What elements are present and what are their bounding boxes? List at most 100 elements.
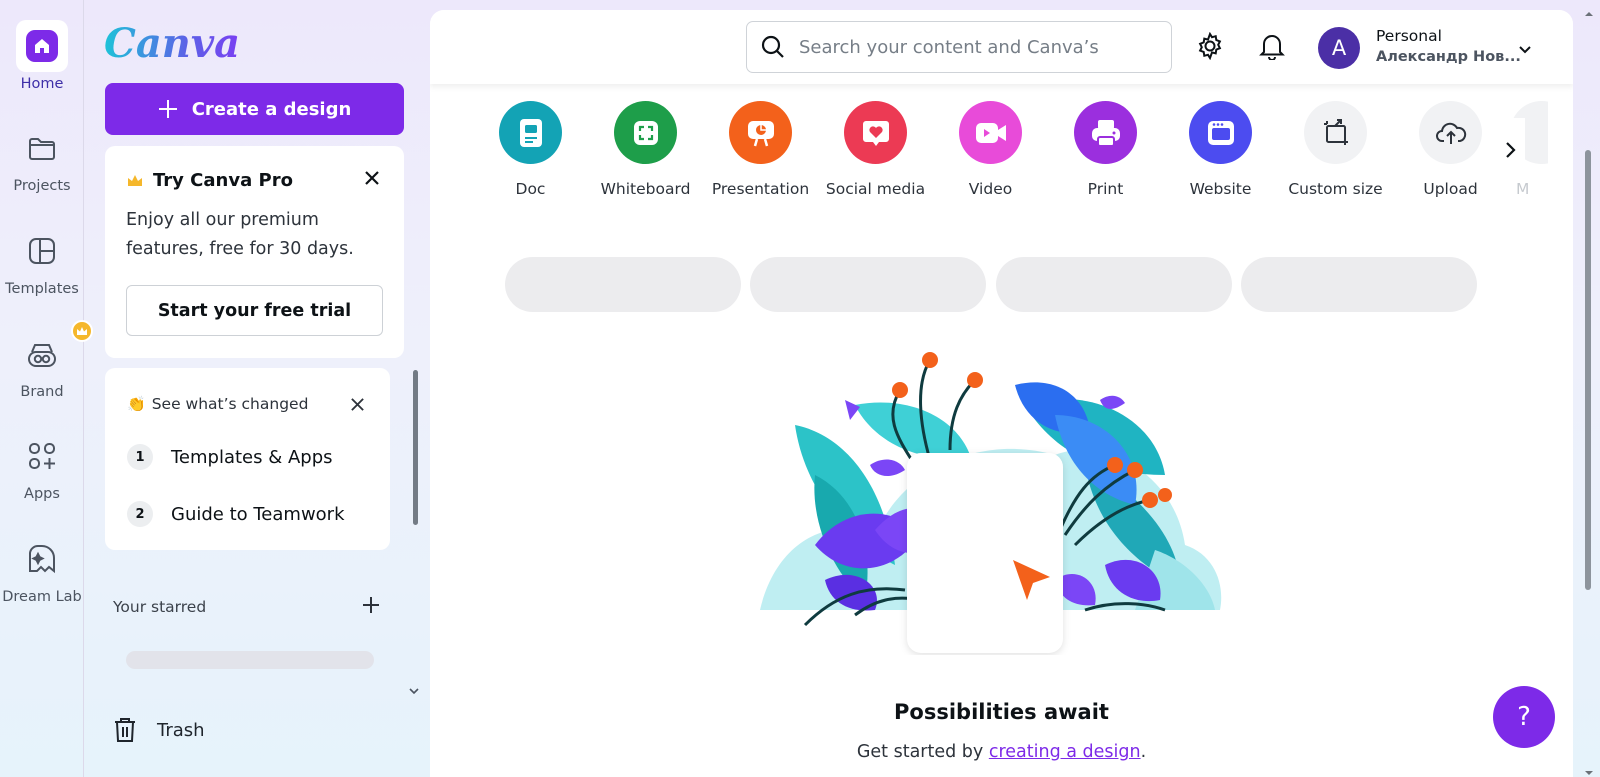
design-type-row: Doc Whiteboard Presentation Social media… — [473, 101, 1548, 211]
trash-icon — [115, 718, 135, 742]
design-type-label: Social media — [825, 180, 926, 198]
empty-state-illustration — [760, 352, 1222, 653]
rail-label-apps: Apps — [24, 486, 60, 502]
empty-state-prefix: Get started by — [856, 742, 989, 762]
canva-pro-card: Try Canva Pro Enjoy all our premium feat… — [105, 146, 404, 358]
design-type-label: Custom size — [1288, 180, 1383, 198]
create-design-label: Create a design — [191, 98, 352, 120]
settings-gear-icon[interactable] — [1196, 31, 1224, 64]
loading-placeholder-pill — [996, 257, 1232, 312]
rail-label-home: Home — [20, 76, 64, 92]
loading-placeholder-pill — [750, 257, 986, 312]
design-type-label: M — [1516, 180, 1530, 198]
add-starred-icon[interactable] — [362, 596, 380, 618]
account-username[interactable]: Александр Нов... — [1376, 49, 1521, 65]
rail-label-brand: Brand — [20, 384, 64, 400]
close-whats-changed-icon[interactable] — [350, 397, 365, 416]
design-type-print[interactable]: Print — [1048, 101, 1163, 198]
design-type-social-media[interactable]: Social media — [818, 101, 933, 198]
empty-state-suffix: . — [1140, 742, 1147, 762]
whats-changed-item[interactable]: 1 Templates & Apps — [127, 444, 333, 470]
notifications-bell-icon[interactable] — [1259, 32, 1285, 64]
trash-link[interactable]: Trash — [113, 717, 205, 743]
whiteboard-icon — [614, 101, 677, 164]
presentation-icon — [729, 101, 792, 164]
chevron-down-icon[interactable] — [409, 680, 419, 699]
clapping-hands-icon: 👏 — [127, 395, 146, 413]
design-type-label: Presentation — [711, 180, 810, 198]
heart-icon — [844, 101, 907, 164]
canva-logo[interactable]: Canva — [104, 20, 240, 68]
sidebar: Canva Create a design Try Canva Pro Enjo… — [84, 0, 420, 777]
whats-changed-card: 👏 See what’s changed 1 Templates & Apps … — [105, 368, 390, 550]
design-type-presentation[interactable]: Presentation — [703, 101, 818, 198]
left-rail: Home Projects Templates Brand Apps Dream… — [0, 0, 93, 777]
help-button[interactable]: ? — [1493, 686, 1555, 748]
scroll-up-arrow-icon[interactable] — [1584, 3, 1594, 22]
design-type-label: Doc — [515, 180, 546, 198]
whats-changed-item-label: Templates & Apps — [171, 446, 333, 468]
page-scrollbar[interactable] — [1585, 150, 1591, 590]
account-type[interactable]: Personal — [1376, 27, 1442, 45]
design-type-video[interactable]: Video — [933, 101, 1048, 198]
website-icon — [1189, 101, 1252, 164]
create-design-button[interactable]: Create a design — [105, 83, 404, 135]
whats-changed-title: 👏 See what’s changed — [127, 395, 308, 413]
plus-icon — [158, 100, 177, 118]
trash-label: Trash — [157, 719, 205, 741]
chevron-down-icon[interactable] — [1518, 40, 1532, 59]
scroll-right-arrow[interactable] — [1495, 118, 1525, 181]
home-icon — [16, 20, 68, 72]
search-input[interactable] — [799, 36, 1159, 58]
starred-loading-placeholder — [126, 651, 374, 669]
doc-icon — [499, 101, 562, 164]
pro-card-title: Try Canva Pro — [127, 170, 293, 191]
print-icon — [1074, 101, 1137, 164]
chevron-right-icon — [1506, 141, 1516, 158]
design-type-label: Whiteboard — [600, 180, 691, 198]
pro-title-text: Try Canva Pro — [153, 170, 293, 191]
rail-item-home[interactable]: Home — [0, 20, 84, 92]
rail-label-projects: Projects — [13, 178, 71, 194]
avatar[interactable]: A — [1318, 27, 1360, 69]
rail-item-brand[interactable]: Brand — [0, 320, 93, 400]
design-type-website[interactable]: Website — [1163, 101, 1278, 198]
rail-label-templates: Templates — [5, 281, 79, 297]
sidebar-scrollbar[interactable] — [413, 370, 418, 525]
scroll-down-arrow-icon[interactable] — [1584, 762, 1594, 777]
rail-item-dream-lab[interactable]: Dream Lab — [0, 533, 84, 605]
rail-item-projects[interactable]: Projects — [0, 122, 84, 194]
apps-icon — [16, 430, 68, 482]
upload-icon — [1419, 101, 1482, 164]
start-free-trial-button[interactable]: Start your free trial — [126, 285, 383, 336]
search-box[interactable] — [746, 21, 1172, 73]
rail-item-apps[interactable]: Apps — [0, 430, 84, 502]
design-type-upload[interactable]: Upload — [1393, 101, 1508, 198]
rail-label-dream-lab: Dream Lab — [2, 589, 82, 605]
design-type-label: Video — [968, 180, 1013, 198]
video-icon — [959, 101, 1022, 164]
step-number-badge: 1 — [127, 444, 153, 470]
brand-icon — [16, 320, 93, 380]
design-type-custom-size[interactable]: Custom size — [1278, 101, 1393, 198]
top-bar: A Personal Александр Нов... — [430, 10, 1573, 84]
design-type-label: Website — [1189, 180, 1252, 198]
creating-a-design-link[interactable]: creating a design — [989, 742, 1141, 762]
step-number-badge: 2 — [127, 501, 153, 527]
design-type-whiteboard[interactable]: Whiteboard — [588, 101, 703, 198]
dream-lab-icon — [16, 533, 68, 585]
design-type-label: Upload — [1423, 180, 1478, 198]
loading-placeholder-pill — [1241, 257, 1477, 312]
folder-icon — [16, 122, 68, 174]
empty-state-subtitle: Get started by creating a design. — [430, 742, 1573, 762]
loading-placeholder-pill — [505, 257, 741, 312]
whats-changed-item-label: Guide to Teamwork — [171, 503, 345, 525]
whats-changed-item[interactable]: 2 Guide to Teamwork — [127, 501, 345, 527]
design-type-label: Print — [1087, 180, 1124, 198]
close-pro-card-icon[interactable] — [364, 170, 380, 190]
custom-size-icon — [1304, 101, 1367, 164]
rail-item-templates[interactable]: Templates — [0, 225, 84, 297]
design-type-doc[interactable]: Doc — [473, 101, 588, 198]
crown-icon — [128, 175, 142, 186]
pro-card-description: Enjoy all our premium features, free for… — [126, 210, 354, 259]
